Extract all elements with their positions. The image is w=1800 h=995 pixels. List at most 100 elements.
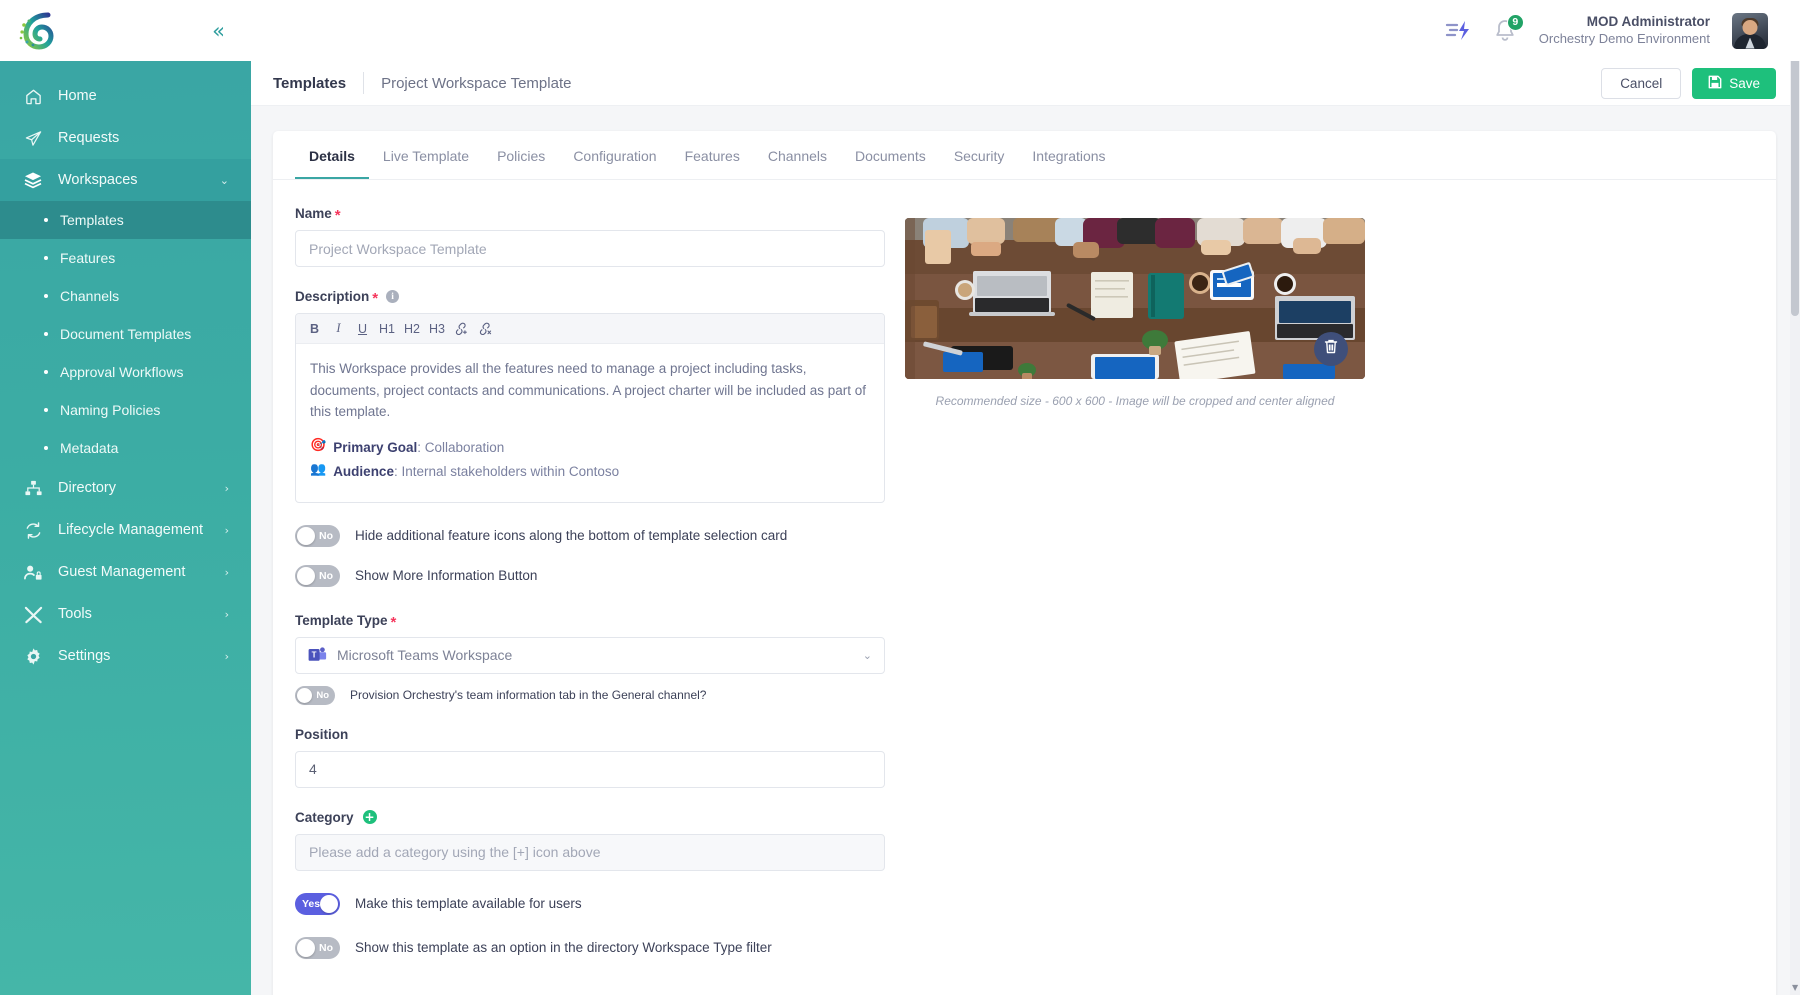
meta-key: Audience xyxy=(333,464,394,479)
tab-policies[interactable]: Policies xyxy=(483,131,559,179)
toggle-knob xyxy=(297,939,315,957)
show-more-info-label: Show More Information Button xyxy=(355,568,537,583)
description-label-text: Description xyxy=(295,289,369,304)
sidebar-item-features[interactable]: Features xyxy=(0,239,251,277)
orchestry-logo[interactable] xyxy=(18,11,60,51)
add-link-button[interactable] xyxy=(451,318,472,339)
description-field-group: Description * i B I U H1 xyxy=(295,289,885,503)
show-more-info-toggle[interactable]: No xyxy=(295,565,340,587)
category-label-text: Category xyxy=(295,810,354,825)
sidebar-item-guest-management[interactable]: Guest Management › xyxy=(0,551,251,593)
provision-tab-toggle[interactable]: No xyxy=(295,686,335,705)
available-for-users-toggle[interactable]: Yes xyxy=(295,893,340,915)
sidebar-item-directory[interactable]: Directory › xyxy=(0,467,251,509)
tab-configuration[interactable]: Configuration xyxy=(559,131,670,179)
sidebar-item-naming-policies[interactable]: Naming Policies xyxy=(0,391,251,429)
svg-text:T: T xyxy=(312,651,317,660)
user-environment: Orchestry Demo Environment xyxy=(1539,31,1710,48)
lightning-bolt-icon[interactable] xyxy=(1445,18,1471,44)
sidebar-item-templates[interactable]: Templates xyxy=(0,201,251,239)
toggle-knob xyxy=(297,567,315,585)
sidebar: Home Requests Workspaces ⌄ xyxy=(0,61,251,995)
category-field-group: Category + xyxy=(295,810,885,871)
save-button[interactable]: Save xyxy=(1692,68,1776,99)
bullet-icon xyxy=(44,256,48,260)
tab-security[interactable]: Security xyxy=(940,131,1019,179)
sidebar-item-lifecycle-management[interactable]: Lifecycle Management › xyxy=(0,509,251,551)
sidebar-item-approval-workflows[interactable]: Approval Workflows xyxy=(0,353,251,391)
delete-image-button[interactable] xyxy=(1314,332,1348,366)
home-icon xyxy=(22,85,44,107)
sidebar-item-settings[interactable]: Settings › xyxy=(0,635,251,677)
body-row: Home Requests Workspaces ⌄ xyxy=(0,61,1800,995)
avatar[interactable] xyxy=(1732,13,1768,49)
description-editor-body[interactable]: This Workspace provides all the features… xyxy=(296,344,884,502)
name-input[interactable] xyxy=(295,230,885,267)
tab-live-template[interactable]: Live Template xyxy=(369,131,483,179)
chevron-down-icon: ⌄ xyxy=(863,649,872,662)
breadcrumb-root[interactable]: Templates xyxy=(273,75,346,92)
tab-details[interactable]: Details xyxy=(295,131,369,179)
cancel-button[interactable]: Cancel xyxy=(1601,68,1681,99)
form-left-column: Name * Description * i xyxy=(295,206,885,981)
name-label-text: Name xyxy=(295,206,332,221)
underline-button[interactable]: U xyxy=(352,318,373,339)
sidebar-item-requests[interactable]: Requests xyxy=(0,117,251,159)
description-label: Description * i xyxy=(295,289,885,304)
bold-button[interactable]: B xyxy=(304,318,325,339)
sidebar-subitem-label: Features xyxy=(60,250,115,266)
italic-button[interactable]: I xyxy=(328,318,349,339)
directory-filter-label: Show this template as an option in the d… xyxy=(355,940,772,955)
info-icon[interactable]: i xyxy=(386,290,399,303)
heading3-button[interactable]: H3 xyxy=(426,318,448,339)
scrollbar-thumb[interactable] xyxy=(1791,16,1799,316)
bullet-icon xyxy=(44,370,48,374)
template-type-select[interactable]: T Microsoft Teams Workspace ⌄ xyxy=(295,637,885,674)
provision-tab-row: No Provision Orchestry's team informatio… xyxy=(295,686,885,705)
tab-channels[interactable]: Channels xyxy=(754,131,841,179)
heading2-button[interactable]: H2 xyxy=(401,318,423,339)
hide-feature-icons-toggle[interactable]: No xyxy=(295,525,340,547)
content-area: Templates Project Workspace Template Can… xyxy=(251,61,1800,995)
remove-link-button[interactable] xyxy=(475,318,496,339)
template-type-value: Microsoft Teams Workspace xyxy=(337,647,853,663)
sidebar-item-metadata[interactable]: Metadata xyxy=(0,429,251,467)
user-info[interactable]: MOD Administrator Orchestry Demo Environ… xyxy=(1539,13,1710,47)
toggle-state-label: No xyxy=(319,570,333,582)
sidebar-item-label: Directory xyxy=(58,480,211,496)
template-image[interactable] xyxy=(905,218,1365,379)
meta-sep: : xyxy=(417,440,421,455)
page-scrollbar[interactable]: ▲ ▼ xyxy=(1790,0,1800,995)
category-label: Category + xyxy=(295,810,885,825)
required-asterisk: * xyxy=(372,291,378,306)
position-input[interactable] xyxy=(295,751,885,788)
sidebar-item-channels[interactable]: Channels xyxy=(0,277,251,315)
category-input[interactable] xyxy=(295,834,885,871)
collapse-sidebar-button[interactable]: « xyxy=(212,19,221,43)
heading1-button[interactable]: H1 xyxy=(376,318,398,339)
bullet-icon xyxy=(44,218,48,222)
notifications-button[interactable]: 9 xyxy=(1493,18,1517,44)
chevron-down-icon: ⌄ xyxy=(220,174,229,187)
tab-documents[interactable]: Documents xyxy=(841,131,940,179)
sidebar-item-home[interactable]: Home xyxy=(0,75,251,117)
trash-icon xyxy=(1323,338,1339,360)
description-editor: B I U H1 H2 H3 xyxy=(295,313,885,503)
toggle-state-label: No xyxy=(319,942,333,954)
notification-badge: 9 xyxy=(1507,14,1524,31)
directory-filter-toggle[interactable]: No xyxy=(295,937,340,959)
chevron-right-icon: › xyxy=(225,608,229,621)
sidebar-subitem-label: Channels xyxy=(60,288,119,304)
tab-features[interactable]: Features xyxy=(671,131,754,179)
scroll-down-arrow[interactable]: ▼ xyxy=(1792,983,1798,992)
plus-circle-icon[interactable]: + xyxy=(363,810,377,824)
available-for-users-row: Yes Make this template available for use… xyxy=(295,893,885,915)
directory-filter-row: No Show this template as an option in th… xyxy=(295,937,885,959)
sidebar-item-workspaces[interactable]: Workspaces ⌄ xyxy=(0,159,251,201)
sidebar-subitem-label: Approval Workflows xyxy=(60,364,183,380)
sidebar-subitem-label: Templates xyxy=(60,212,124,228)
sidebar-item-document-templates[interactable]: Document Templates xyxy=(0,315,251,353)
sidebar-item-tools[interactable]: Tools › xyxy=(0,593,251,635)
app-root: « 9 MOD Administrator Orches xyxy=(0,0,1800,995)
tab-integrations[interactable]: Integrations xyxy=(1018,131,1119,179)
